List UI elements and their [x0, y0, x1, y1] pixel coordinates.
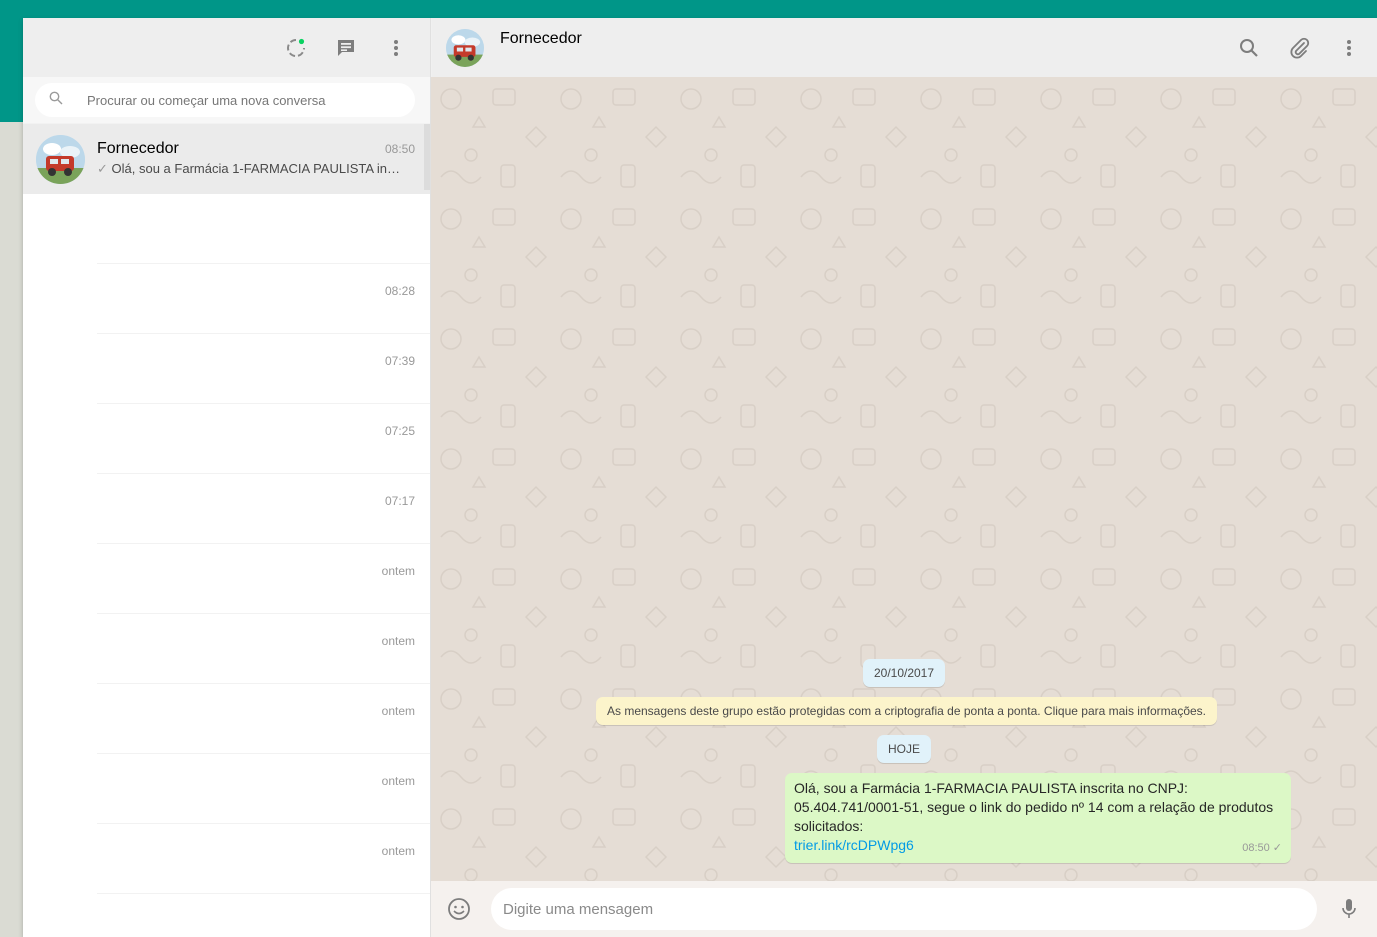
chat-item[interactable]: ontem [23, 544, 430, 614]
message-input[interactable] [491, 888, 1317, 930]
menu-icon[interactable] [1337, 36, 1361, 60]
whatsapp-web-app: Fornecedor 08:50 ✓ Olá, sou a Farmácia 1… [23, 18, 1377, 937]
date-divider: 20/10/2017 [862, 659, 946, 687]
chat-time: ontem [381, 634, 415, 648]
chat-name: Fornecedor [97, 140, 179, 157]
message-meta: 08:50 ✓ [1242, 839, 1282, 858]
chat-item-fornecedor[interactable]: Fornecedor 08:50 ✓ Olá, sou a Farmácia 1… [23, 124, 430, 194]
search-input[interactable] [87, 92, 415, 108]
left-header [23, 18, 430, 77]
sent-check-icon: ✓ [97, 161, 108, 176]
new-chat-icon[interactable] [334, 36, 358, 60]
chat-list-pane: Fornecedor 08:50 ✓ Olá, sou a Farmácia 1… [23, 18, 431, 937]
message-text: Olá, sou a Farmácia 1-FARMACIA PAULISTA … [794, 780, 1274, 834]
menu-icon[interactable] [384, 36, 408, 60]
chat-item[interactable] [23, 194, 430, 264]
message-area[interactable]: 20/10/2017 As mensagens deste grupo estã… [431, 77, 1377, 881]
chat-item[interactable]: ontem [23, 824, 430, 894]
search-icon[interactable] [1237, 36, 1261, 60]
chat-list: Fornecedor 08:50 ✓ Olá, sou a Farmácia 1… [23, 124, 430, 937]
contact-avatar [35, 134, 85, 184]
status-icon[interactable] [284, 36, 308, 60]
conversation-pane: Fornecedor 20/10/2017 As mensagens deste… [431, 18, 1377, 937]
outgoing-message[interactable]: Olá, sou a Farmácia 1-FARMACIA PAULISTA … [785, 773, 1291, 863]
message-link[interactable]: trier.link/rcDPWpg6 [794, 837, 914, 853]
chat-time: 08:28 [384, 284, 415, 298]
chat-list-scrollbar[interactable] [424, 124, 430, 190]
chat-item[interactable]: 07:17 [23, 474, 430, 544]
sent-check-icon: ✓ [1272, 842, 1282, 854]
chat-item[interactable]: 08:28 [23, 264, 430, 334]
chat-time: ontem [381, 774, 415, 788]
chat-time: ontem [381, 844, 415, 858]
microphone-icon[interactable] [1337, 897, 1361, 921]
chat-item[interactable]: ontem [23, 684, 430, 754]
contact-avatar[interactable] [446, 28, 484, 67]
chat-time: ontem [381, 564, 415, 578]
emoji-icon[interactable] [447, 897, 471, 921]
composer [431, 881, 1377, 937]
chat-time: 07:25 [384, 424, 415, 438]
encryption-notice[interactable]: As mensagens deste grupo estão protegida… [595, 697, 1217, 725]
chat-time: 08:50 [384, 142, 415, 156]
message-time: 08:50 [1242, 842, 1270, 854]
chat-item[interactable]: 07:25 [23, 404, 430, 474]
conversation-header: Fornecedor [431, 18, 1377, 77]
chat-time: 07:17 [384, 494, 415, 508]
contact-name[interactable]: Fornecedor [500, 30, 582, 48]
today-divider: HOJE [876, 735, 931, 763]
message-list: 20/10/2017 As mensagens deste grupo estã… [431, 659, 1377, 863]
chat-item[interactable]: ontem [23, 614, 430, 684]
chat-item[interactable]: ontem [23, 754, 430, 824]
attach-icon[interactable] [1287, 36, 1311, 60]
chat-item[interactable]: 07:39 [23, 334, 430, 404]
search-box [35, 83, 415, 117]
search-icon[interactable] [49, 91, 63, 110]
chat-preview: ✓ Olá, sou a Farmácia 1-FARMACIA PAULIST… [97, 161, 401, 176]
search-bar [23, 77, 430, 124]
chat-time: 07:39 [384, 354, 415, 368]
chat-time: ontem [381, 704, 415, 718]
